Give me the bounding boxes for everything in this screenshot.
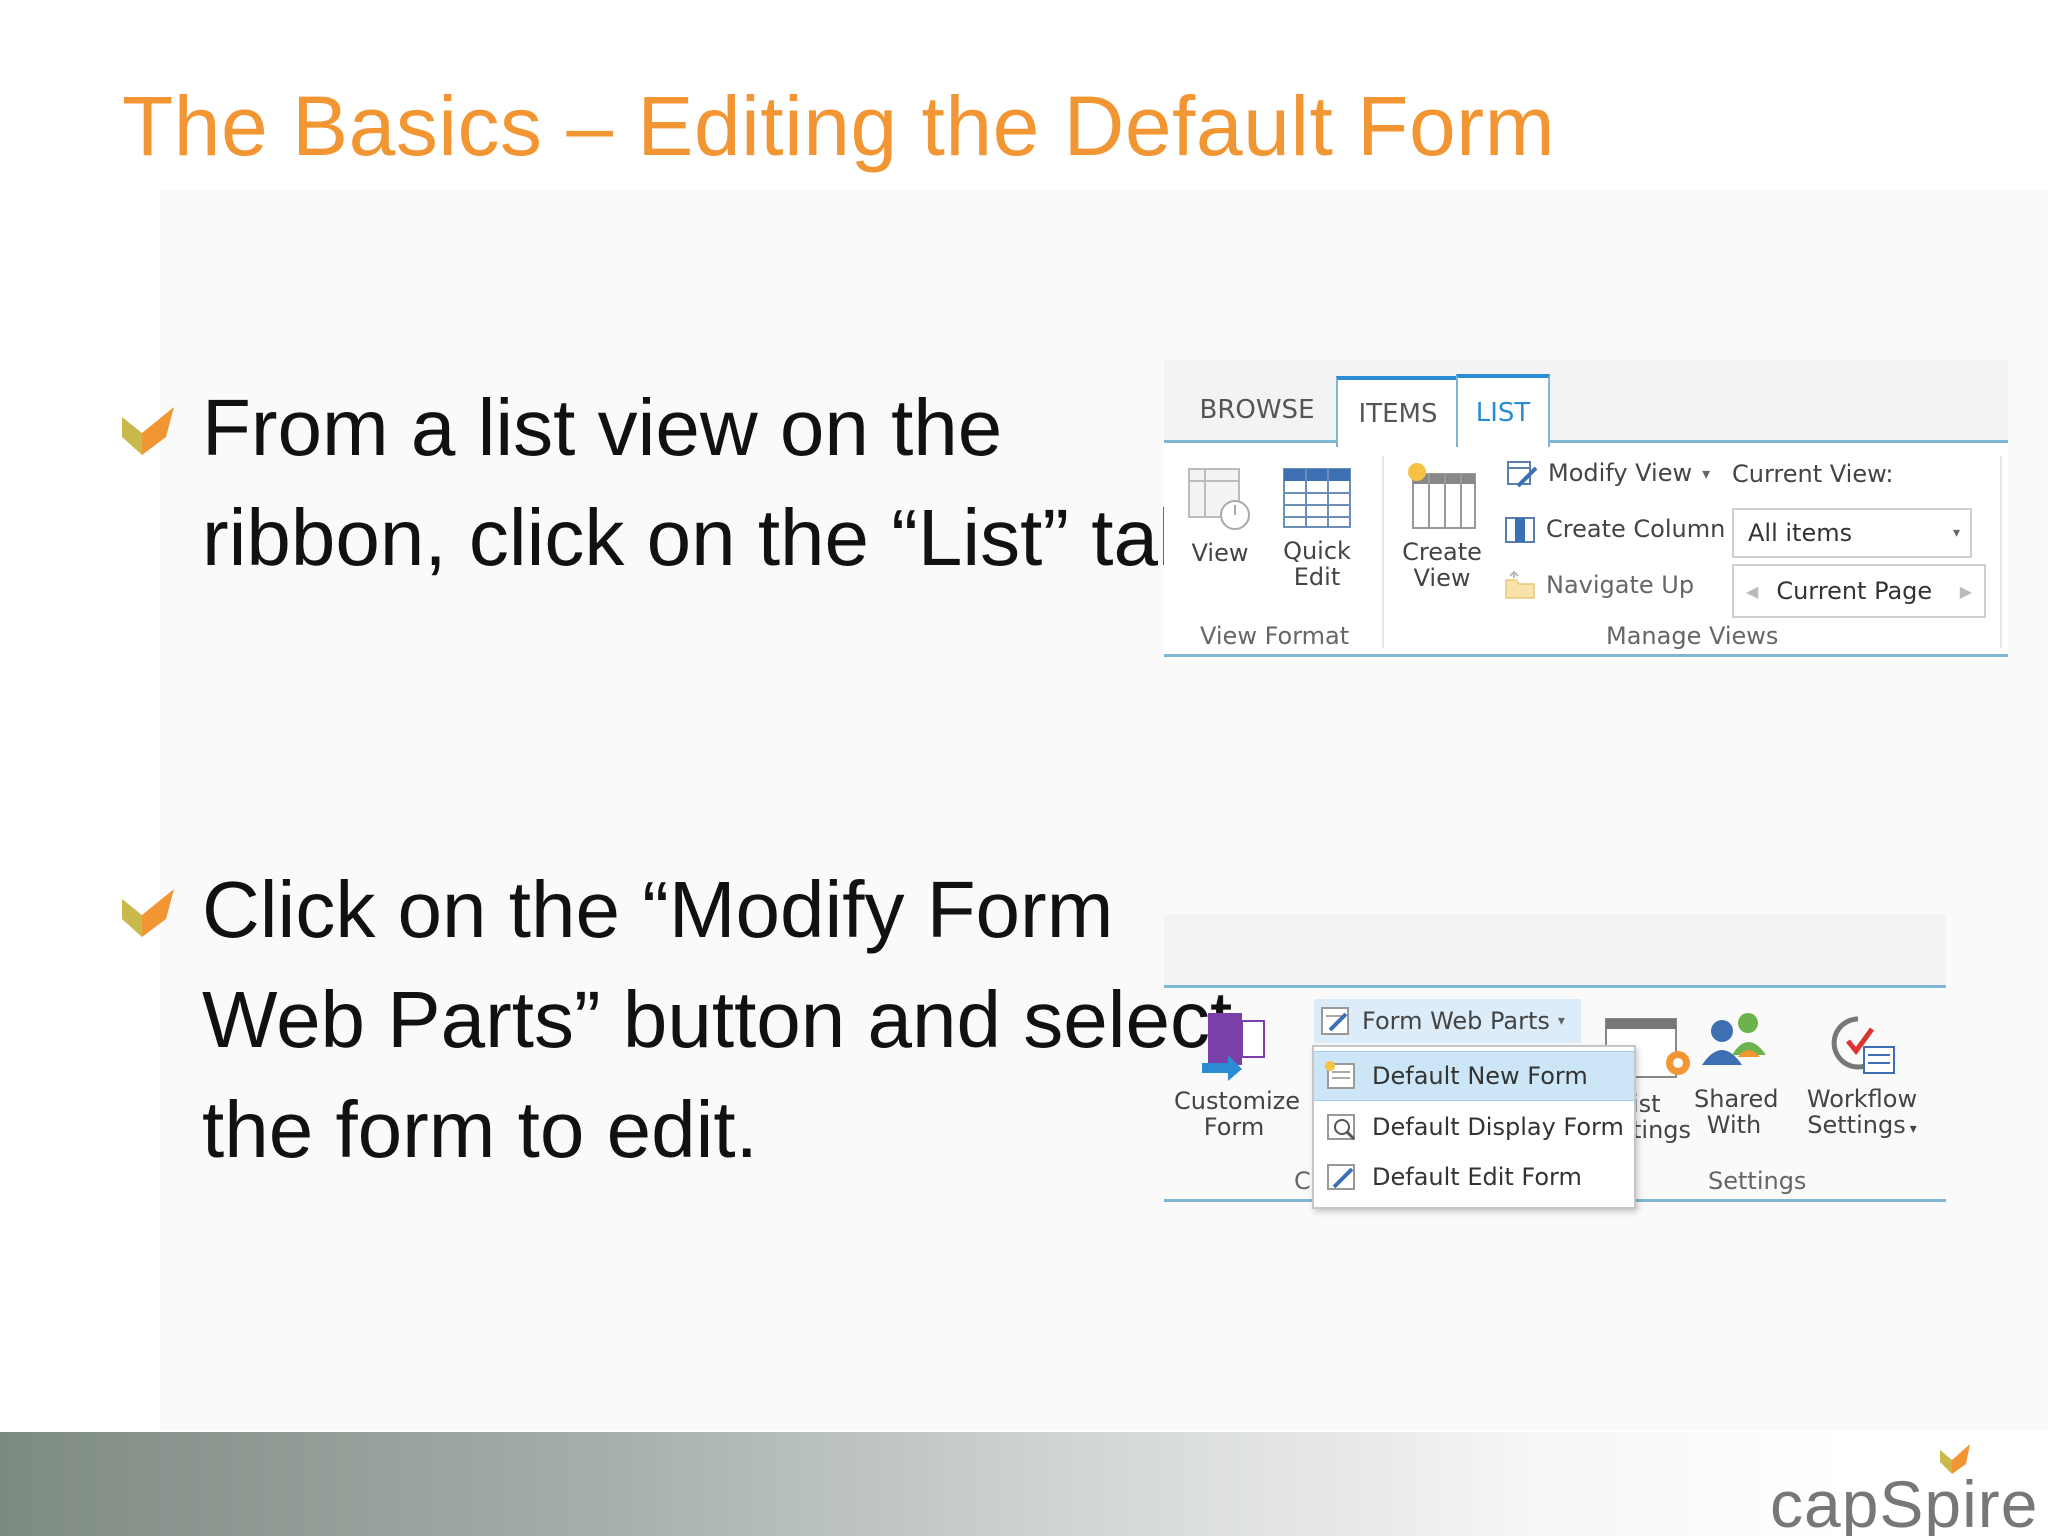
form-web-parts-screenshot: Customize Form C Form Web Parts ▾ ist ti… <box>1164 915 1946 1209</box>
chevron-down-icon: ▾ <box>1702 463 1711 483</box>
create-view-label-2: View <box>1413 564 1471 592</box>
modify-view-icon <box>1507 461 1538 488</box>
modify-view-button[interactable]: Modify View ▾ <box>1506 458 1710 488</box>
menu-item-label: Default Display Form <box>1372 1113 1624 1141</box>
create-view-button[interactable]: Create View <box>1392 460 1492 591</box>
modify-view-label: Modify View <box>1548 459 1693 487</box>
orange-checkmark-icon <box>122 889 174 937</box>
chevron-right-icon[interactable]: ▶ <box>1960 582 1972 601</box>
create-view-label-1: Create <box>1402 538 1482 566</box>
ribbon-tab-bar: BROWSE ITEMS LIST <box>1164 360 2008 447</box>
view-format-group-label: View Format <box>1200 622 1350 650</box>
menu-item-label: Default New Form <box>1372 1062 1588 1090</box>
workflow-settings-button[interactable]: Workflow Settings ▾ <box>1802 1005 1922 1142</box>
list-ribbon-screenshot: BROWSE ITEMS LIST View Quick Edit View F… <box>1164 360 2008 660</box>
list-settings-label-2: tings <box>1632 1116 1692 1144</box>
current-view-label: Current View: <box>1732 460 1894 488</box>
view-label: View <box>1191 539 1249 567</box>
navigate-up-button[interactable]: Navigate Up <box>1504 570 1694 600</box>
bullet-1: From a list view on the ribbon, click on… <box>120 373 1202 713</box>
group-separator <box>2000 456 2002 648</box>
shared-with-label-1: Shared <box>1694 1085 1779 1113</box>
view-icon <box>1188 468 1250 530</box>
workflow-settings-label-1: Workflow <box>1806 1085 1918 1113</box>
menu-item-default-edit-form[interactable]: Default Edit Form <box>1314 1153 1634 1201</box>
form-web-parts-icon <box>1321 1007 1349 1035</box>
workflow-icon <box>1831 1016 1895 1074</box>
current-view-value: All items <box>1748 519 1853 547</box>
logo-text: capSpire <box>1770 1467 2039 1536</box>
capspire-logo: capSpire <box>1770 1442 2038 1536</box>
slide-title: The Basics – Editing the Default Form <box>122 79 1556 173</box>
orange-checkmark-icon <box>122 407 174 455</box>
current-page-label: Current Page <box>1776 577 1933 605</box>
slide: The Basics – Editing the Default Form Fr… <box>0 0 2048 1536</box>
customize-form-label-1: Customize <box>1174 1087 1300 1115</box>
display-form-icon <box>1327 1114 1356 1141</box>
shared-with-button[interactable]: Shared With <box>1694 1005 1779 1139</box>
quick-edit-button[interactable]: Quick Edit <box>1274 465 1360 590</box>
group-separator <box>1382 456 1384 648</box>
chevron-down-icon: ▾ <box>1557 1013 1565 1029</box>
bullet-2-text: Click on the “Modify Form Web Parts” but… <box>202 865 1233 1174</box>
ribbon-tab-bar <box>1164 915 1946 988</box>
create-column-icon <box>1505 517 1535 543</box>
form-web-parts-label: Form Web Parts <box>1362 1007 1550 1035</box>
list-settings-label-1: ist <box>1632 1090 1661 1118</box>
footer-gradient-bar <box>0 1432 2048 1536</box>
form-web-parts-button[interactable]: Form Web Parts ▾ <box>1314 999 1581 1043</box>
form-web-parts-menu: Default New Form Default Display Form De… <box>1312 1045 1636 1209</box>
grid-icon <box>1283 468 1351 528</box>
customize-form-label-2: Form <box>1203 1113 1265 1141</box>
bullet-1-text: From a list view on the ribbon, click on… <box>202 383 1203 582</box>
new-form-icon <box>1325 1061 1355 1089</box>
view-button[interactable]: View <box>1176 465 1264 566</box>
tab-list[interactable]: LIST <box>1456 374 1550 447</box>
create-column-label: Create Column <box>1546 515 1726 543</box>
current-page-pager[interactable]: ◀ Current Page ▶ <box>1732 564 1986 618</box>
ribbon-bottom-border <box>1164 654 2008 657</box>
shared-with-label-2: With <box>1706 1111 1762 1139</box>
create-view-icon <box>1408 463 1476 529</box>
menu-item-default-new-form[interactable]: Default New Form <box>1314 1051 1634 1101</box>
chevron-left-icon[interactable]: ◀ <box>1746 582 1758 601</box>
customize-group-label: C <box>1294 1167 1311 1195</box>
list-settings-label-partial[interactable]: ist tings <box>1632 1091 1691 1143</box>
manage-views-group-label: Manage Views <box>1606 622 1779 650</box>
customize-form-button[interactable]: Customize Form <box>1174 1007 1300 1141</box>
quick-edit-label-2: Edit <box>1293 563 1341 591</box>
quick-edit-label-1: Quick <box>1283 537 1351 565</box>
folder-up-icon <box>1505 570 1535 599</box>
workflow-settings-label-2: Settings <box>1807 1111 1906 1139</box>
current-view-dropdown[interactable]: All items ▾ <box>1732 508 1972 558</box>
bullet-2: Click on the “Modify Form Web Parts” but… <box>120 855 1232 1295</box>
menu-item-label: Default Edit Form <box>1372 1163 1582 1191</box>
tab-browse[interactable]: BROWSE <box>1192 380 1322 440</box>
users-icon <box>1702 1013 1766 1065</box>
edit-form-icon <box>1327 1164 1355 1190</box>
chevron-down-icon: ▾ <box>1909 1121 1917 1137</box>
create-column-button[interactable]: Create Column <box>1504 514 1725 544</box>
infopath-icon <box>1202 1013 1265 1081</box>
chevron-down-icon: ▾ <box>1952 525 1960 541</box>
navigate-up-label: Navigate Up <box>1546 571 1695 599</box>
settings-group-label: Settings <box>1708 1167 1807 1195</box>
tab-items[interactable]: ITEMS <box>1336 376 1458 447</box>
workflow-settings-label-2-row: Settings ▾ <box>1802 1112 1922 1142</box>
menu-item-default-display-form[interactable]: Default Display Form <box>1314 1103 1634 1151</box>
